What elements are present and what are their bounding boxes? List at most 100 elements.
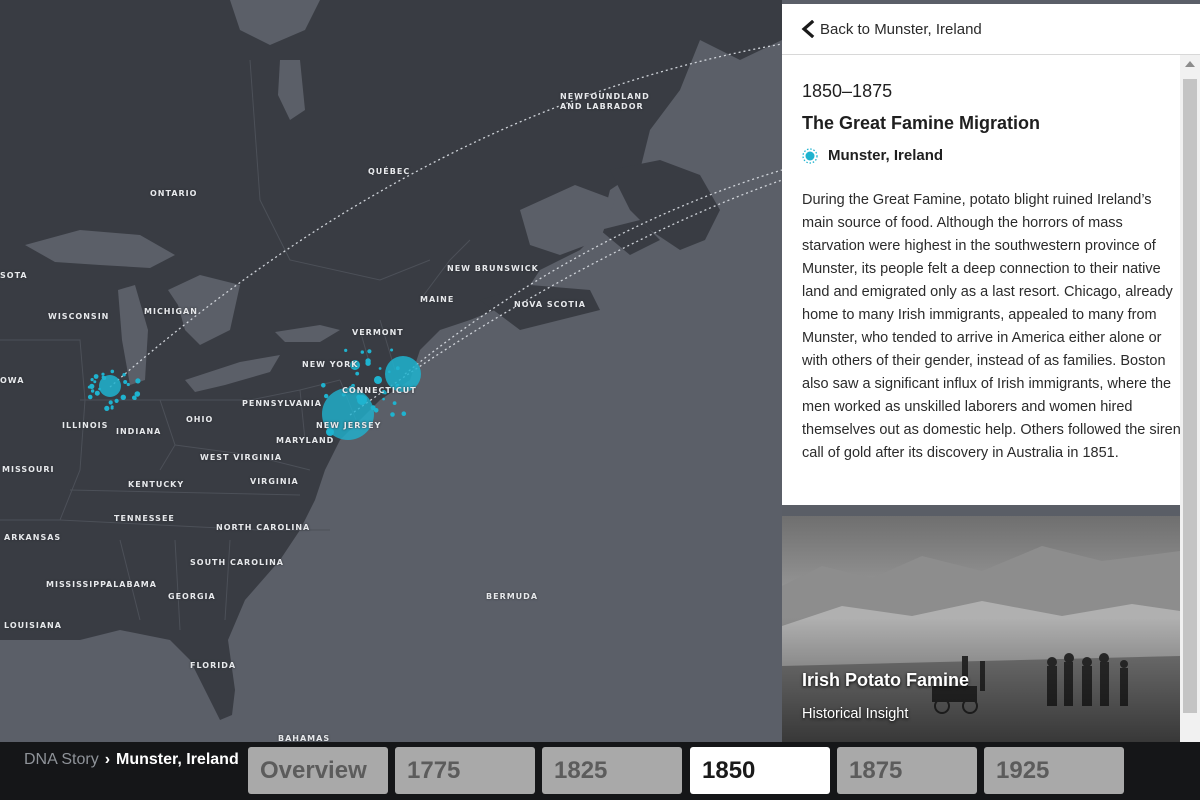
migration-dot <box>395 366 400 371</box>
label-mississippi: MISSISSIPPI <box>46 580 111 589</box>
tab-1875[interactable]: 1875 <box>837 747 977 794</box>
historical-insight-card[interactable]: Irish Potato Famine Historical Insight <box>782 516 1180 742</box>
label-maryland: MARYLAND <box>276 436 335 445</box>
migration-dot <box>87 394 93 400</box>
label-west-virginia: WEST VIRGINIA <box>200 453 283 462</box>
location-row: Munster, Ireland <box>802 147 943 164</box>
label-georgia: GEORGIA <box>168 592 216 601</box>
migration-dot <box>388 370 391 374</box>
story-title: The Great Famine Migration <box>802 113 1041 133</box>
label-new-york: NEW YORK <box>302 360 359 369</box>
migration-dot <box>108 400 113 405</box>
label-nova-scotia: NOVA SCOTIA <box>514 300 586 309</box>
panel-scrollbar[interactable] <box>1180 55 1200 742</box>
back-button[interactable]: Back to Munster, Ireland <box>782 4 1200 55</box>
migration-dot <box>356 394 362 400</box>
migration-dot <box>89 383 95 389</box>
label-bermuda: BERMUDA <box>486 592 539 601</box>
label-illinois: ILLINOIS <box>62 421 109 430</box>
breadcrumb-current: Munster, Ireland <box>116 751 239 768</box>
migration-dot <box>114 398 119 403</box>
breadcrumb-root[interactable]: DNA Story <box>24 751 99 768</box>
migration-dot <box>390 412 395 417</box>
migration-dot <box>110 369 115 374</box>
insight-title: Irish Potato Famine <box>802 670 970 690</box>
label-arkansas: ARKANSAS <box>4 533 62 542</box>
label-ohio: OHIO <box>186 415 214 424</box>
tab-1925[interactable]: 1925 <box>984 747 1124 794</box>
migration-dot <box>110 406 114 410</box>
label-louisiana: LOUISIANA <box>4 621 62 630</box>
migration-dot <box>101 372 105 376</box>
label-ontario: ONTARIO <box>150 189 198 198</box>
label-north-carolina: NORTH CAROLINA <box>216 523 311 532</box>
label-maine: MAINE <box>420 295 455 304</box>
era-range: 1850–1875 <box>802 81 893 101</box>
migration-dot <box>98 387 101 391</box>
breadcrumb: DNA Story › Munster, Ireland <box>12 748 242 771</box>
migration-dot <box>122 373 126 377</box>
migration-dot <box>135 378 141 384</box>
scroll-up-arrow-icon[interactable] <box>1185 61 1195 67</box>
back-button-label: Back to Munster, Ireland <box>820 20 982 38</box>
migration-dot <box>126 382 130 387</box>
tab-1775[interactable]: 1775 <box>395 747 535 794</box>
timeline-bar: DNA Story › Munster, Ireland Overview 1775… <box>0 742 1200 800</box>
migration-dot <box>344 348 348 352</box>
chevron-left-icon <box>801 20 815 38</box>
migration-dot <box>321 383 326 388</box>
migration-dot <box>90 389 95 393</box>
scrollbar-thumb[interactable] <box>1183 79 1197 713</box>
migration-dot <box>360 350 364 354</box>
migration-dot <box>120 394 127 400</box>
label-vermont: VERMONT <box>352 328 404 337</box>
label-missouri: MISSOURI <box>2 465 55 474</box>
migration-dot <box>123 380 128 384</box>
label-indiana: INDIANA <box>116 427 162 436</box>
migration-dot <box>392 401 397 405</box>
label-newfoundland: NEWFOUNDLAND <box>560 92 650 101</box>
label-iowa: OWA <box>0 376 25 385</box>
migration-dot <box>382 397 385 401</box>
migration-dot <box>365 358 371 364</box>
label-south-carolina: SOUTH CAROLINA <box>190 558 284 567</box>
migration-dot <box>93 380 97 384</box>
migration-dot <box>93 374 99 379</box>
migration-dot <box>378 367 382 370</box>
label-alabama: ALABAMA <box>106 580 157 589</box>
breadcrumb-separator-icon: › <box>104 751 111 768</box>
label-quebec: QUÉBEC <box>368 167 411 176</box>
label-new-jersey: NEW JERSEY <box>316 421 382 430</box>
label-connecticut: CONNECTICUT <box>342 386 417 395</box>
migration-dot <box>362 396 367 401</box>
migration-dot <box>133 396 137 400</box>
tab-overview[interactable]: Overview <box>248 747 388 794</box>
migration-dot <box>104 405 110 411</box>
migration-dot <box>355 371 360 376</box>
migration-dot <box>390 348 394 352</box>
migration-dot <box>101 375 105 379</box>
story-panel: Back to Munster, Ireland 1850–1875 The G… <box>782 4 1200 742</box>
label-michigan: MICHIGAN <box>144 307 198 316</box>
label-kentucky: KENTUCKY <box>128 480 185 489</box>
story-body: During the Great Famine, potato blight r… <box>802 192 1181 461</box>
label-virginia: VIRGINIA <box>250 477 299 486</box>
migration-dot <box>367 349 372 354</box>
migration-dot <box>94 390 100 396</box>
label-tennessee: TENNESSEE <box>114 514 175 523</box>
tab-1850[interactable]: 1850 <box>690 747 830 794</box>
story-card: 1850–1875 The Great Famine Migration Mun… <box>782 55 1181 505</box>
label-wisconsin: WISCONSIN <box>48 312 110 321</box>
location-dot-icon <box>802 147 818 164</box>
label-labrador: AND LABRADOR <box>560 102 644 111</box>
migration-dot <box>370 405 376 411</box>
label-minnesota: SOTA <box>0 271 28 280</box>
label-pennsylvania: PENNSYLVANIA <box>242 399 322 408</box>
insight-subtitle: Historical Insight <box>802 706 909 722</box>
migration-dot <box>401 411 407 417</box>
location-label: Munster, Ireland <box>828 147 944 164</box>
migration-dot <box>134 391 141 397</box>
tab-1825[interactable]: 1825 <box>542 747 682 794</box>
label-new-brunswick: NEW BRUNSWICK <box>447 264 539 273</box>
label-florida: FLORIDA <box>190 661 237 670</box>
